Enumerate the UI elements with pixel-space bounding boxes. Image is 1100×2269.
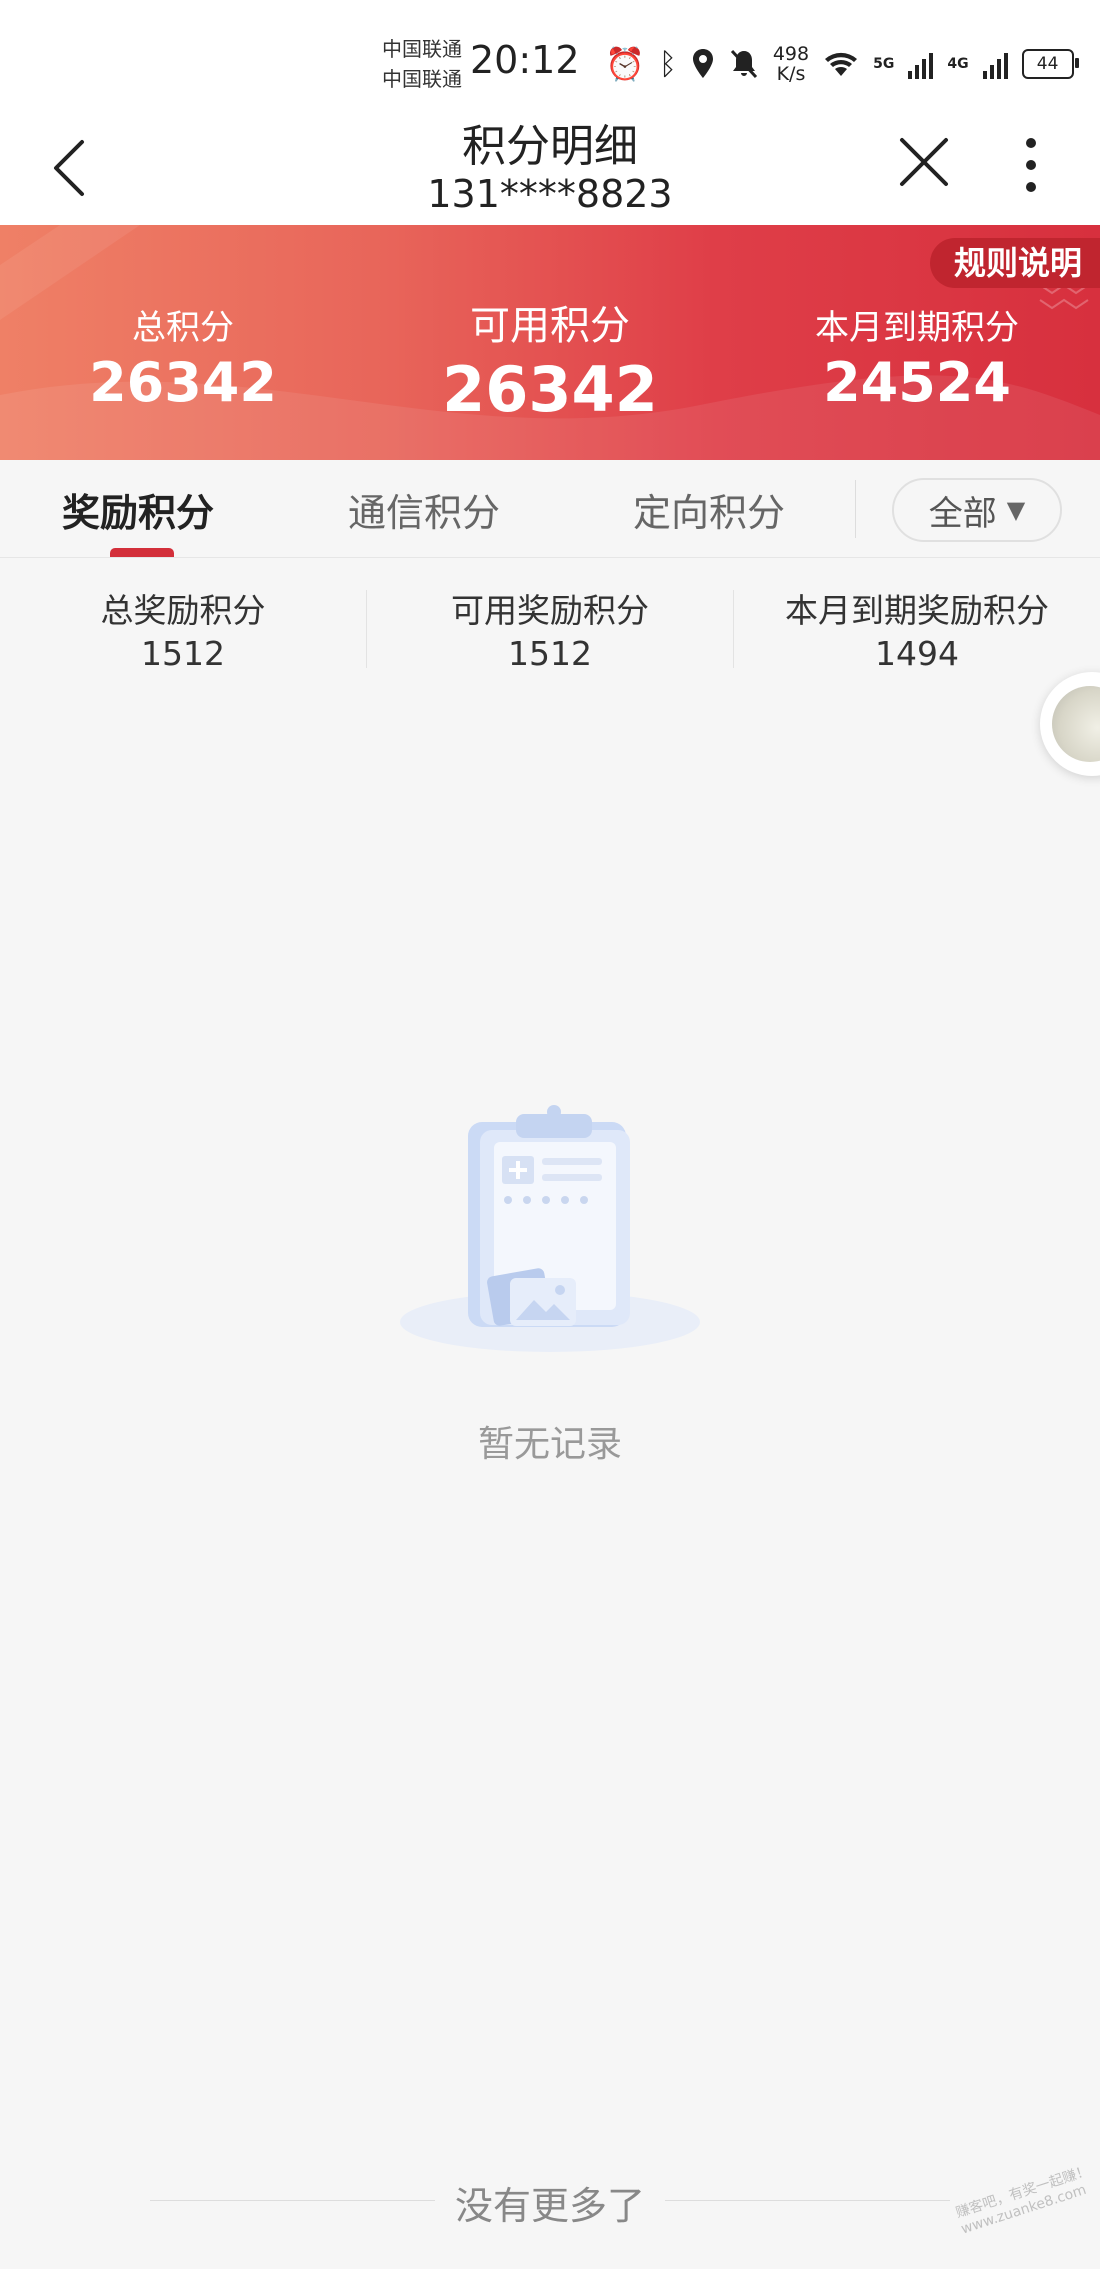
total-reward-points-label: 总奖励积分 bbox=[100, 591, 266, 630]
carrier-info: 中国联通 中国联通 bbox=[382, 34, 462, 94]
available-points-label: 可用积分 bbox=[470, 303, 630, 349]
battery-icon: 44 bbox=[1021, 49, 1079, 79]
floating-assistant-button[interactable] bbox=[1040, 672, 1100, 776]
bluetooth-icon: ᛒ bbox=[658, 46, 677, 82]
total-reward-points: 总奖励积分 1512 bbox=[0, 584, 366, 673]
battery-level: 44 bbox=[1036, 54, 1059, 74]
network-speed-unit: K/s bbox=[776, 63, 806, 85]
tab-telecom-points[interactable]: 通信积分 bbox=[348, 482, 500, 537]
expiring-points-value: 24524 bbox=[823, 351, 1011, 414]
caret-down-icon: ▼ bbox=[1006, 496, 1026, 524]
more-options-icon[interactable] bbox=[1015, 135, 1047, 195]
list-end-footer: 没有更多了 bbox=[0, 2175, 1100, 2228]
reward-points-stats: 总奖励积分 1512 可用奖励积分 1512 本月到期奖励积分 1494 bbox=[0, 558, 1100, 678]
total-points-label: 总积分 bbox=[132, 308, 234, 348]
tab-divider bbox=[855, 480, 856, 538]
tab-targeted-points[interactable]: 定向积分 bbox=[633, 482, 785, 537]
location-icon bbox=[692, 49, 713, 78]
signal-bars-icon bbox=[908, 49, 934, 79]
filter-label: 全部 bbox=[928, 493, 997, 534]
total-points: 总积分 26342 bbox=[18, 300, 348, 414]
empty-state-text: 暂无记录 bbox=[477, 1424, 622, 1465]
mute-bell-icon bbox=[730, 49, 757, 79]
available-points-value: 26342 bbox=[442, 353, 658, 426]
network-type-1: 5G bbox=[873, 56, 895, 72]
expiring-reward-points-value: 1494 bbox=[875, 634, 959, 673]
total-reward-points-value: 1512 bbox=[141, 634, 225, 673]
points-summary-banner: 规则说明 总积分 26342 可用积分 26342 本月到期积分 24524 bbox=[0, 225, 1100, 460]
available-points: 可用积分 26342 bbox=[385, 293, 715, 426]
expiring-points-label: 本月到期积分 bbox=[815, 308, 1019, 348]
network-speed-value: 498 bbox=[772, 43, 810, 65]
close-icon[interactable] bbox=[898, 136, 950, 188]
status-icons: ⏰ ᛒ 498 K/s 5G 4G 44 bbox=[605, 44, 1079, 84]
carrier-1: 中国联通 bbox=[382, 37, 462, 61]
network-type-2: 4G bbox=[947, 56, 969, 72]
rules-button[interactable]: 规则说明 bbox=[929, 238, 1100, 288]
expiring-reward-points-label: 本月到期奖励积分 bbox=[785, 591, 1049, 630]
total-points-value: 26342 bbox=[89, 351, 277, 414]
available-reward-points-label: 可用奖励积分 bbox=[451, 591, 649, 630]
tab-reward-points[interactable]: 奖励积分 bbox=[62, 482, 214, 537]
wifi-icon bbox=[825, 52, 858, 76]
network-speed: 498 K/s bbox=[773, 44, 809, 84]
filter-dropdown[interactable]: 全部 ▼ bbox=[892, 478, 1062, 542]
carrier-2: 中国联通 bbox=[382, 67, 462, 91]
active-tab-indicator bbox=[110, 548, 174, 557]
assistant-avatar-icon bbox=[1052, 686, 1100, 762]
navigation-bar: 积分明细 131****8823 bbox=[0, 110, 1100, 225]
signal-bars-icon bbox=[982, 49, 1008, 79]
empty-clipboard-icon bbox=[400, 1105, 700, 1352]
status-bar: 中国联通 中国联通 20:12 ⏰ ᛒ 498 K/s 5G 4G 44 bbox=[0, 0, 1100, 120]
available-reward-points-value: 1512 bbox=[508, 634, 592, 673]
expiring-reward-points: 本月到期奖励积分 1494 bbox=[734, 584, 1100, 673]
clock: 20:12 bbox=[470, 38, 580, 82]
alarm-icon: ⏰ bbox=[605, 45, 645, 83]
no-more-text: 没有更多了 bbox=[454, 2184, 645, 2228]
expiring-points: 本月到期积分 24524 bbox=[752, 300, 1082, 414]
points-type-tabs: 奖励积分 通信积分 定向积分 全部 ▼ bbox=[0, 460, 1100, 558]
available-reward-points: 可用奖励积分 1512 bbox=[367, 584, 733, 673]
